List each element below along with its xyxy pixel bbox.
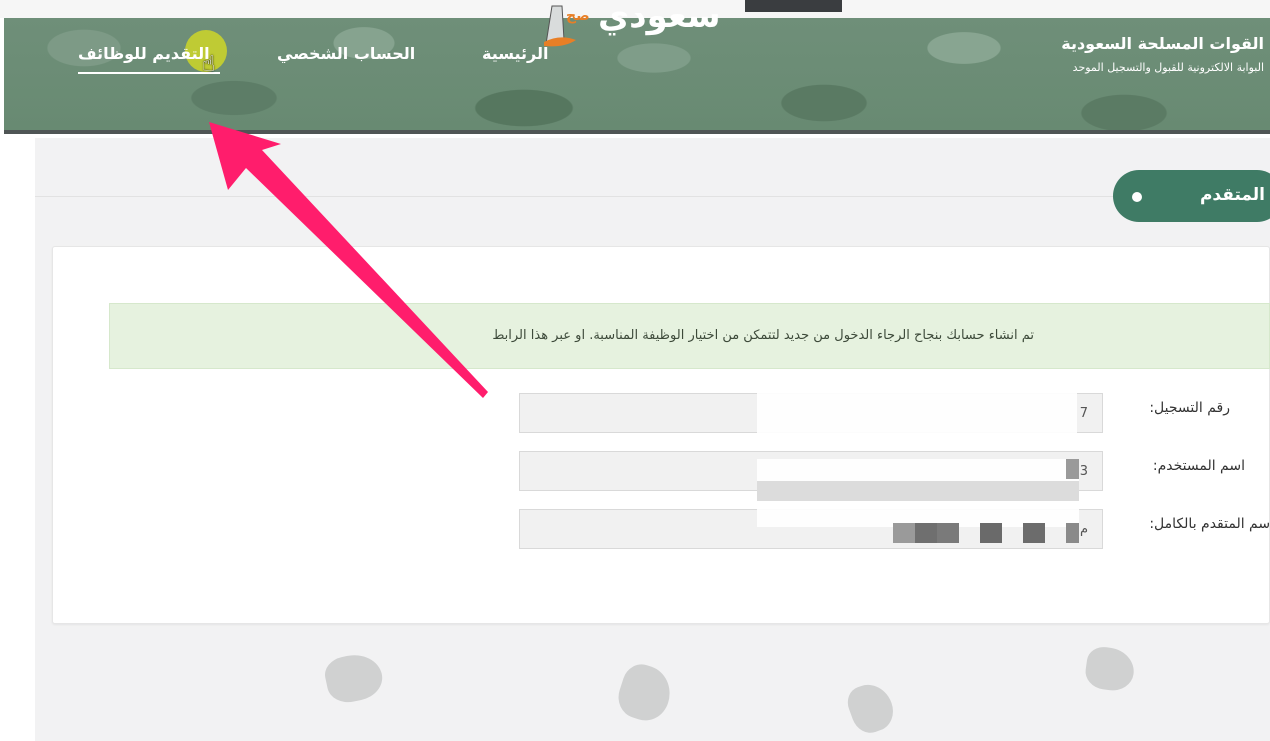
annotation-arrow-icon	[209, 122, 488, 398]
